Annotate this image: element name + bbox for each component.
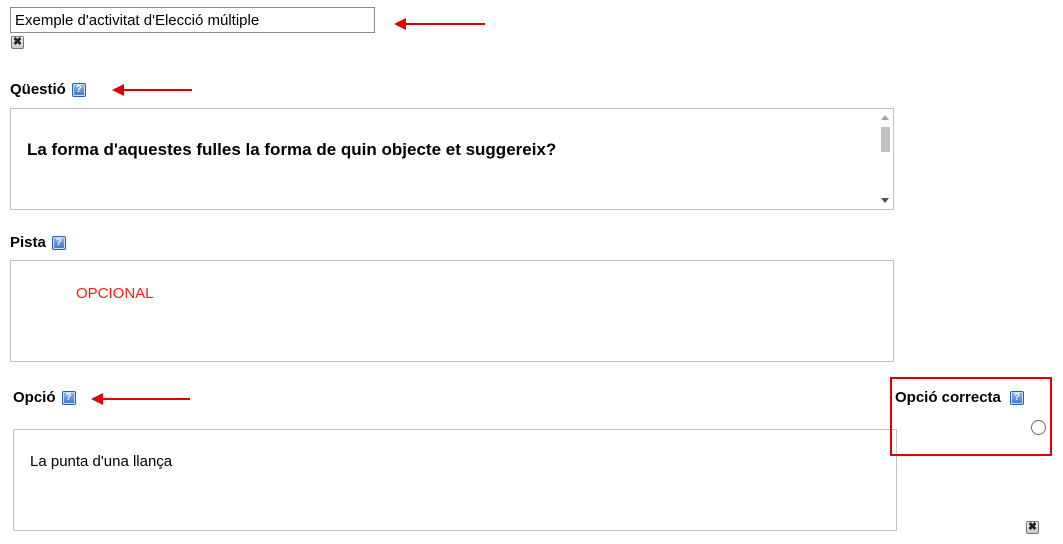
annotation-arrow-question — [112, 84, 192, 96]
hint-help-icon[interactable]: ? — [51, 235, 66, 250]
hint-label: Pista — [10, 234, 46, 251]
option-editor[interactable]: La punta d'una llança — [13, 429, 897, 531]
question-scrollbar[interactable] — [877, 109, 893, 209]
correct-option-label-row: Opció correcta ? — [895, 389, 1024, 406]
correct-option-radio[interactable] — [1031, 420, 1046, 435]
hint-label-row: Pista ? — [10, 234, 66, 251]
question-text: La forma d'aquestes fulles la forma de q… — [27, 140, 557, 159]
scroll-down-arrow-icon[interactable] — [881, 198, 889, 203]
scroll-up-arrow-icon[interactable] — [881, 115, 889, 120]
question-editor[interactable]: La forma d'aquestes fulles la forma de q… — [10, 108, 894, 210]
hint-text: OPCIONAL — [76, 285, 154, 302]
correct-option-label: Opció correcta — [895, 389, 1001, 406]
activity-title-input[interactable] — [10, 7, 375, 33]
question-help-icon[interactable]: ? — [71, 82, 86, 97]
scroll-thumb[interactable] — [881, 127, 890, 152]
delete-activity-icon[interactable]: ✖ — [11, 36, 24, 49]
option-help-icon[interactable]: ? — [61, 390, 76, 405]
option-text: La punta d'una llança — [30, 453, 173, 470]
correct-option-help-icon[interactable]: ? — [1009, 390, 1024, 405]
delete-option-icon[interactable]: ✖ — [1026, 521, 1039, 534]
option-label-row: Opció ? — [13, 389, 76, 406]
hint-editor[interactable]: OPCIONAL — [10, 260, 894, 362]
annotation-arrow-option — [91, 393, 190, 405]
annotation-arrow-title — [394, 18, 485, 30]
question-label-row: Qüestió ? — [10, 81, 86, 98]
question-label: Qüestió — [10, 81, 66, 98]
option-label: Opció — [13, 389, 56, 406]
